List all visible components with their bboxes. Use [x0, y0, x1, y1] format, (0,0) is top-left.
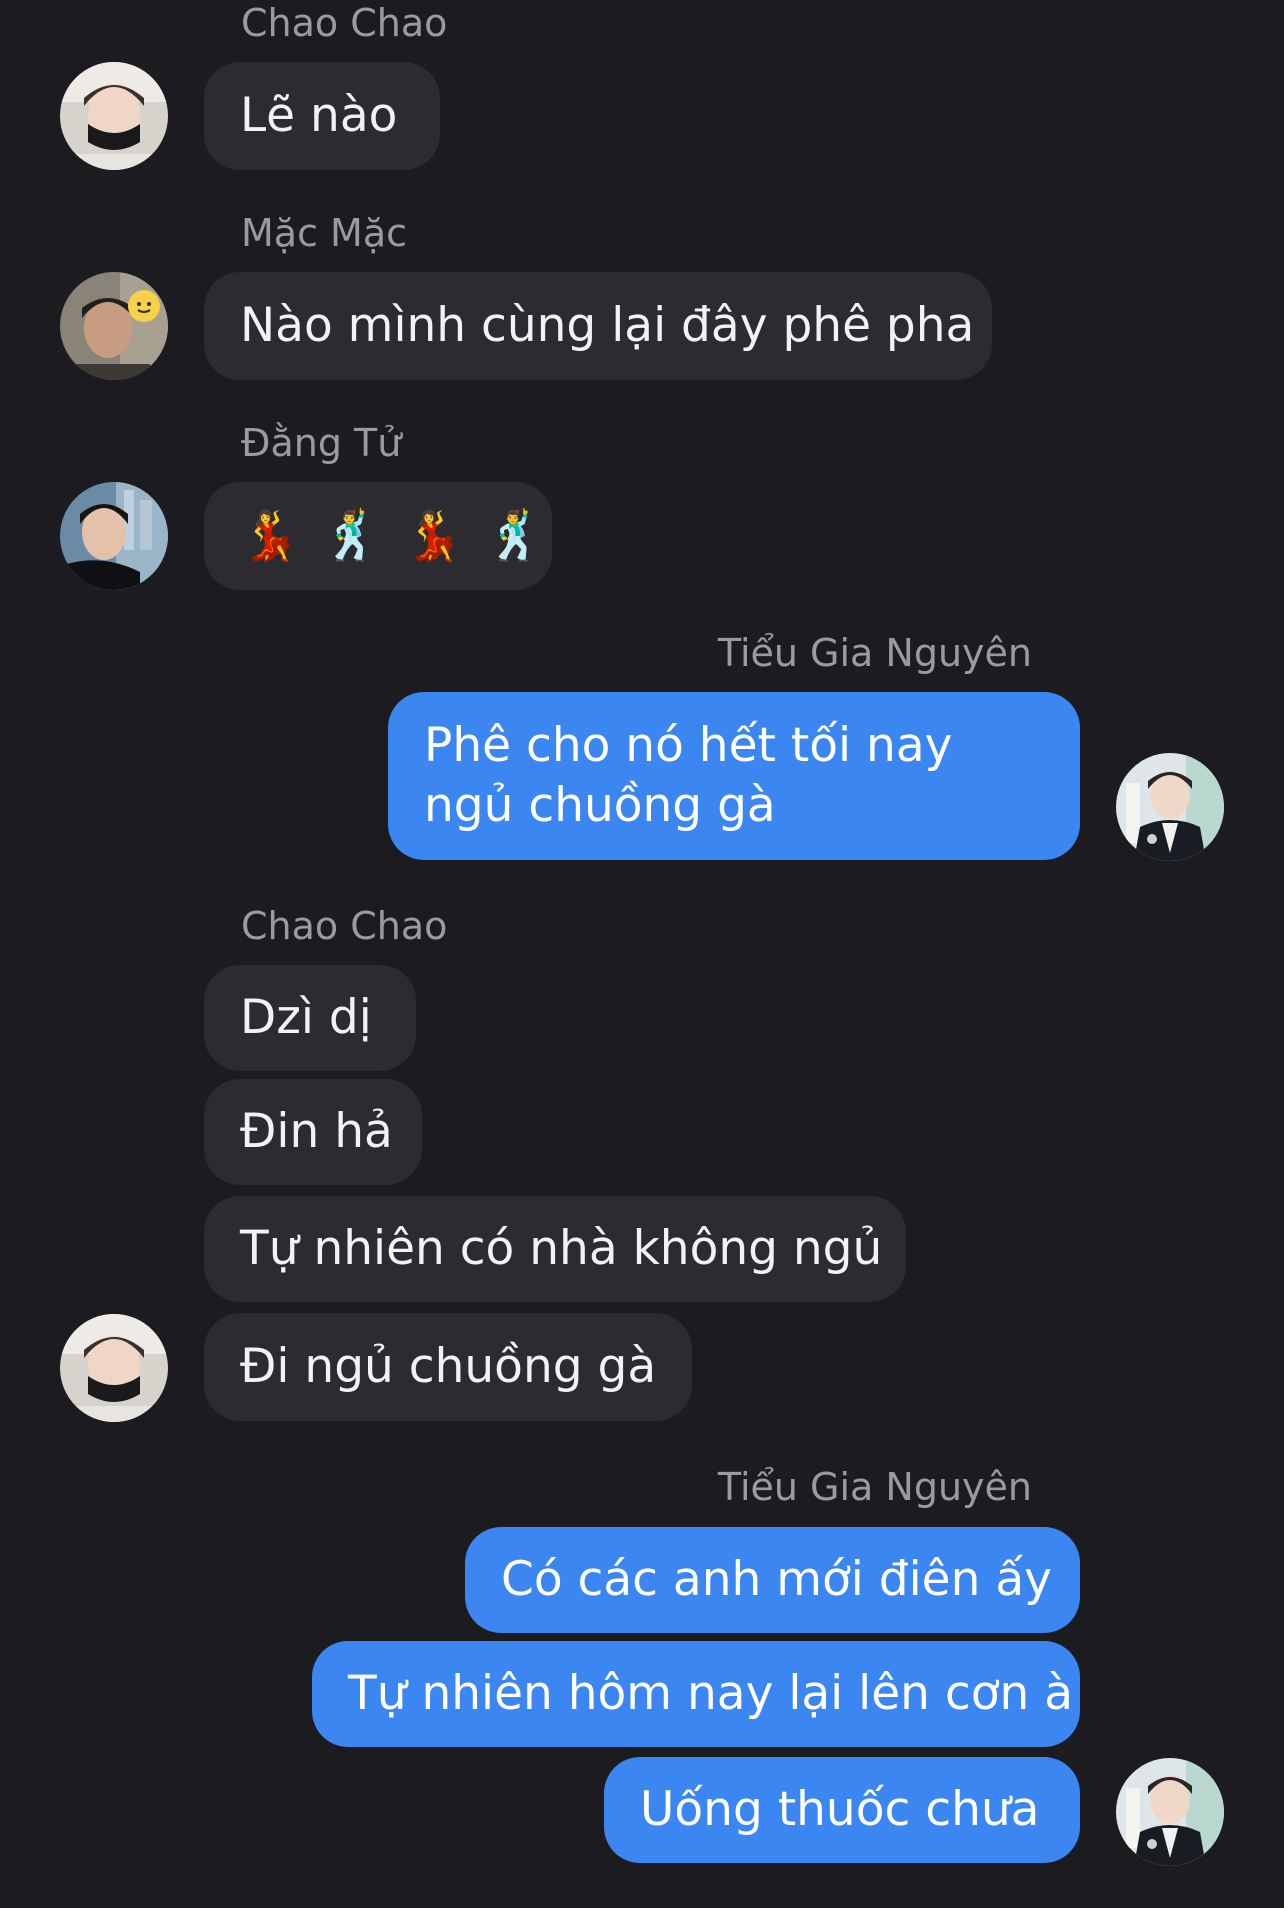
sender-name-tieu-gia-nguyen: Tiểu Gia Nguyên — [717, 1465, 1032, 1509]
message-text: Phê cho nó hết tối nay ngủ chuồng gà — [424, 718, 953, 833]
avatar-dang-tu[interactable] — [60, 482, 168, 590]
sender-name-chao-chao: Chao Chao — [241, 904, 448, 948]
message-bubble[interactable]: Có các anh mới điên ấy — [465, 1527, 1080, 1633]
sender-name-dang-tu: Đằng Tử — [241, 421, 402, 465]
dancer-woman-icon: 💃 — [240, 508, 300, 564]
sender-name-tieu-gia-nguyen: Tiểu Gia Nguyên — [717, 631, 1032, 675]
message-text: Tự nhiên có nhà không ngủ — [240, 1221, 883, 1276]
message-bubble[interactable]: Tự nhiên có nhà không ngủ — [204, 1196, 906, 1302]
avatar-tieu-gia-nguyen[interactable] — [1116, 753, 1224, 861]
avatar-tieu-gia-nguyen[interactable] — [1116, 1758, 1224, 1866]
message-text: Dzì dị — [240, 990, 372, 1045]
avatar-mac-mac[interactable] — [60, 272, 168, 380]
avatar-dang-icon — [60, 482, 168, 590]
message-bubble[interactable]: Uống thuốc chưa — [604, 1757, 1080, 1863]
dancer-man-icon: 🕺 — [321, 508, 382, 564]
avatar-mac-icon — [60, 272, 168, 380]
message-bubble[interactable]: Dzì dị — [204, 965, 416, 1071]
sender-name-mac-mac: Mặc Mặc — [241, 211, 408, 255]
message-text: Lẽ nào — [240, 88, 398, 143]
avatar-chao-icon — [60, 1314, 168, 1422]
avatar-tieu-icon — [1116, 753, 1224, 861]
sender-name-chao-chao: Chao Chao — [241, 1, 448, 45]
message-text: Đi ngủ chuồng gà — [240, 1339, 657, 1394]
message-bubble[interactable]: Tự nhiên hôm nay lại lên cơn à — [312, 1641, 1080, 1747]
message-text: Tự nhiên hôm nay lại lên cơn à — [348, 1666, 1074, 1721]
avatar-tieu-icon — [1116, 1758, 1224, 1866]
avatar-chao-chao[interactable] — [60, 1314, 168, 1422]
message-bubble[interactable]: Nào mình cùng lại đây phê pha — [204, 272, 992, 380]
message-bubble[interactable]: Đin hả — [204, 1079, 422, 1185]
message-text: Có các anh mới điên ấy — [501, 1552, 1052, 1607]
message-bubble[interactable]: Đi ngủ chuồng gà — [204, 1313, 692, 1421]
dancer-woman-icon: 💃 — [403, 508, 464, 564]
message-text: Nào mình cùng lại đây phê pha — [240, 298, 975, 353]
avatar-chao-chao[interactable] — [60, 62, 168, 170]
avatar-chao-icon — [60, 62, 168, 170]
message-bubble[interactable]: Phê cho nó hết tối nay ngủ chuồng gà — [388, 692, 1080, 860]
message-text: Đin hả — [240, 1104, 393, 1159]
message-text: Uống thuốc chưa — [640, 1782, 1040, 1837]
dancer-man-icon: 🕺 — [485, 508, 546, 564]
emoji-row: 💃 🕺 💃 🕺 — [240, 506, 545, 566]
message-bubble[interactable]: 💃 🕺 💃 🕺 — [204, 482, 552, 590]
message-bubble[interactable]: Lẽ nào — [204, 62, 440, 170]
